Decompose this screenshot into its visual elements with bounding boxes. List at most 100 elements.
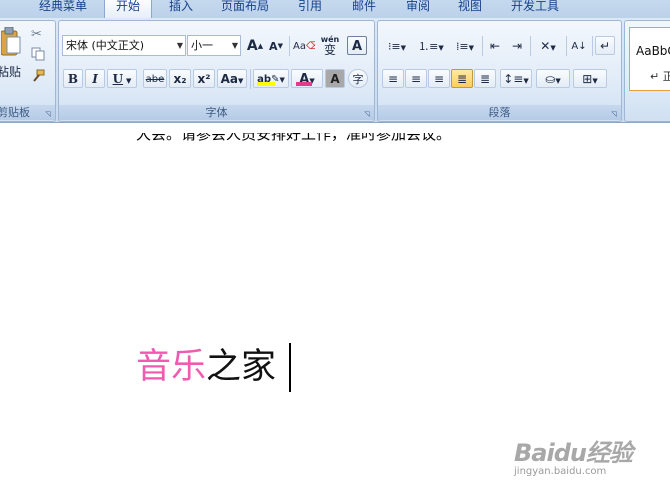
justify-icon[interactable]: ≣ (451, 69, 473, 88)
tab-home[interactable]: 开始 (104, 0, 152, 19)
title-plain-text[interactable]: 之家 (206, 347, 276, 387)
sort-icon[interactable]: A↓ (568, 36, 590, 55)
chinese-layout-button[interactable]: ✕▼ (533, 36, 563, 55)
font-group-label: 字体 (59, 105, 374, 120)
paste-icon[interactable] (0, 26, 21, 57)
phonetic-guide-button[interactable]: wén 变 (318, 34, 342, 56)
font-color-button[interactable]: A▼ (291, 69, 323, 88)
chevron-down-icon[interactable]: ▼ (469, 44, 474, 52)
clipboard-dialog-launcher-icon[interactable]: ◹ (44, 110, 52, 118)
decrease-indent-icon[interactable]: ⇤ (485, 36, 505, 55)
distributed-align-icon[interactable]: ≣ (474, 69, 496, 88)
multilevel-list-button[interactable]: ⁞≡▼ (450, 36, 480, 55)
separator (250, 69, 251, 89)
numbering-button[interactable]: ⒈≡▼ (416, 36, 446, 55)
change-case-button[interactable]: Aa▼ (217, 69, 247, 88)
shrink-font-button[interactable]: A▼ (266, 36, 286, 55)
ribbon: 粘贴 ✂ 剪贴板 ◹ 宋体 (中文正文) ▼ 小一 ▼ A▲ A▼ Aa⌫ (0, 18, 670, 123)
format-painter-icon[interactable] (31, 69, 45, 83)
shrink-arrow-icon: ▼ (277, 42, 283, 50)
border-grid-icon: ⊞ (582, 72, 593, 86)
font-name-combo[interactable]: 宋体 (中文正文) ▼ (62, 35, 186, 56)
font-dialog-launcher-icon[interactable]: ◹ (363, 110, 371, 118)
grow-font-label: A (246, 38, 258, 54)
bullets-icon: ⁝≡ (387, 40, 401, 53)
character-border-button[interactable]: A (347, 36, 367, 55)
watermark-logo: Baidu经验 (514, 433, 633, 468)
subscript-button[interactable]: x₂ (169, 69, 191, 88)
chevron-down-icon[interactable]: ▼ (238, 77, 243, 85)
document-text-line[interactable]: 大会。请参会人员安排好工作，准时参加会议。 (136, 133, 451, 143)
document-page[interactable]: 大会。请参会人员安排好工作，准时参加会议。 音乐之家 Baidu经验 jingy… (0, 123, 670, 493)
enclose-characters-button[interactable]: 字 (348, 69, 368, 88)
separator (566, 36, 567, 56)
underline-button[interactable]: U ▼ (107, 69, 137, 88)
eraser-icon: ⌫ (306, 41, 315, 52)
styles-group: AaBbC ↵ 正 (624, 20, 670, 122)
text-highlight-button[interactable]: ab✎▼ (253, 69, 289, 88)
italic-button[interactable]: I (85, 69, 105, 88)
tab-review[interactable]: 审阅 (398, 0, 438, 15)
line-spacing-button[interactable]: ↕≡▼ (500, 69, 532, 88)
paste-button-label[interactable]: 粘贴 (0, 63, 21, 80)
align-left-icon[interactable]: ≡ (382, 69, 404, 88)
chevron-down-icon[interactable]: ▼ (232, 36, 238, 55)
font-group: 宋体 (中文正文) ▼ 小一 ▼ A▲ A▼ Aa⌫ wén 变 A B I U… (58, 20, 375, 122)
separator (289, 36, 290, 56)
title-colored-text[interactable]: 音乐 (136, 347, 206, 387)
tab-view[interactable]: 视图 (450, 0, 490, 15)
borders-button[interactable]: ⊞▼ (573, 69, 607, 88)
style-gallery-item[interactable]: AaBbC ↵ 正 (629, 27, 670, 91)
tab-developer[interactable]: 开发工具 (504, 0, 566, 15)
font-size-combo[interactable]: 小一 ▼ (187, 35, 241, 56)
paragraph-group: ⁝≡▼ ⒈≡▼ ⁞≡▼ ⇤ ⇥ ✕▼ A↓ ↵ ≡ ≡ ≡ ≣ ≣ ↕≡▼ ⛀▼… (377, 20, 622, 122)
tab-insert[interactable]: 插入 (160, 0, 202, 15)
grow-arrow-icon: ▲ (257, 42, 264, 50)
chevron-down-icon[interactable]: ▼ (523, 77, 528, 85)
chevron-down-icon[interactable]: ▼ (401, 44, 406, 52)
phonetic-guide-char: 变 (323, 43, 336, 56)
clear-format-button[interactable]: Aa⌫ (292, 36, 316, 55)
paragraph-dialog-launcher-icon[interactable]: ◹ (610, 110, 618, 118)
show-paragraph-marks-icon[interactable]: ↵ (595, 36, 615, 55)
underline-label: U (112, 72, 124, 86)
style-sample-text: AaBbC (636, 44, 670, 58)
clipboard-group: 粘贴 ✂ 剪贴板 ◹ (0, 20, 56, 122)
superscript-button[interactable]: x² (193, 69, 215, 88)
clear-format-label: Aa (293, 41, 306, 52)
chevron-down-icon[interactable]: ▼ (555, 77, 560, 85)
change-case-label: Aa (220, 72, 238, 86)
character-shading-button[interactable]: A (325, 69, 345, 88)
line-spacing-icon: ↕≡ (503, 72, 524, 86)
multilevel-list-icon: ⁞≡ (455, 40, 469, 53)
separator (530, 36, 531, 56)
strikethrough-button[interactable]: abe (143, 69, 167, 88)
shading-button[interactable]: ⛀▼ (536, 69, 570, 88)
chevron-down-icon[interactable]: ▼ (438, 44, 443, 52)
paint-bucket-icon: ⛀ (545, 72, 556, 86)
font-size-value: 小一 (191, 39, 213, 52)
separator (592, 36, 593, 56)
tab-references[interactable]: 引用 (290, 0, 330, 15)
grow-font-button[interactable]: A▲ (245, 36, 265, 55)
increase-indent-icon[interactable]: ⇥ (507, 36, 527, 55)
bold-button[interactable]: B (63, 69, 83, 88)
bullets-button[interactable]: ⁝≡▼ (382, 36, 412, 55)
tab-mailings[interactable]: 邮件 (344, 0, 384, 15)
ribbon-tab-row: 经典菜单 开始 插入 页面布局 引用 邮件 审阅 视图 开发工具 (0, 0, 670, 19)
cut-icon[interactable]: ✂ (31, 27, 42, 42)
tab-page-layout[interactable]: 页面布局 (214, 0, 276, 15)
font-name-value: 宋体 (中文正文) (66, 39, 145, 52)
align-center-icon[interactable]: ≡ (405, 69, 427, 88)
chinese-layout-icon: ✕ (540, 39, 551, 53)
chevron-down-icon[interactable]: ▼ (177, 36, 183, 55)
chevron-down-icon[interactable]: ▼ (550, 44, 555, 52)
copy-icon[interactable] (31, 47, 45, 61)
separator (482, 36, 483, 56)
chevron-down-icon[interactable]: ▼ (592, 77, 597, 85)
chevron-down-icon[interactable]: ▼ (279, 76, 284, 84)
document-title-line[interactable]: 音乐之家 (136, 345, 276, 389)
align-right-icon[interactable]: ≡ (428, 69, 450, 88)
tab-classic-menu[interactable]: 经典菜单 (34, 0, 92, 15)
chevron-down-icon[interactable]: ▼ (126, 71, 131, 87)
